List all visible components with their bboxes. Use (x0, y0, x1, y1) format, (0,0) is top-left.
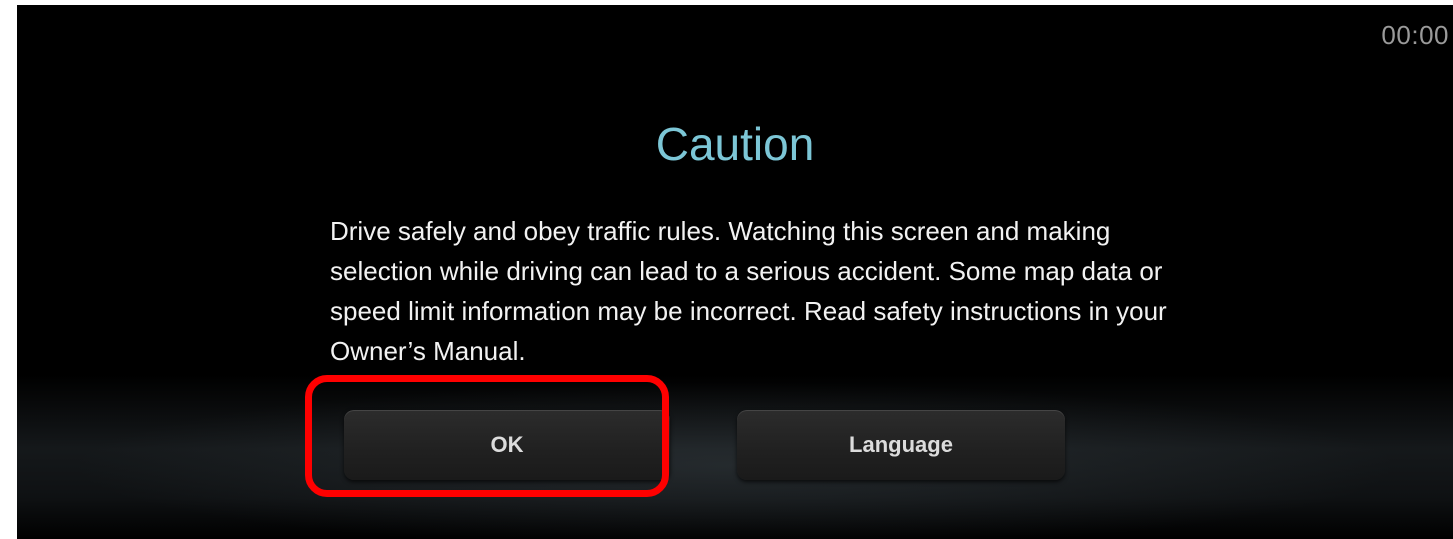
status-clock: 00:00 (1381, 20, 1449, 50)
language-button-label: Language (849, 432, 953, 457)
language-button[interactable]: Language (737, 410, 1065, 480)
caution-message: Drive safely and obey traffic rules. Wat… (330, 216, 1167, 366)
ok-button[interactable]: OK (344, 410, 670, 480)
ok-button-label: OK (490, 432, 524, 457)
dialog-title: Caution (655, 118, 815, 170)
head-unit-screen: 00:00 Caution Drive safely and obey traf… (17, 5, 1453, 539)
background-glow (17, 375, 1453, 539)
